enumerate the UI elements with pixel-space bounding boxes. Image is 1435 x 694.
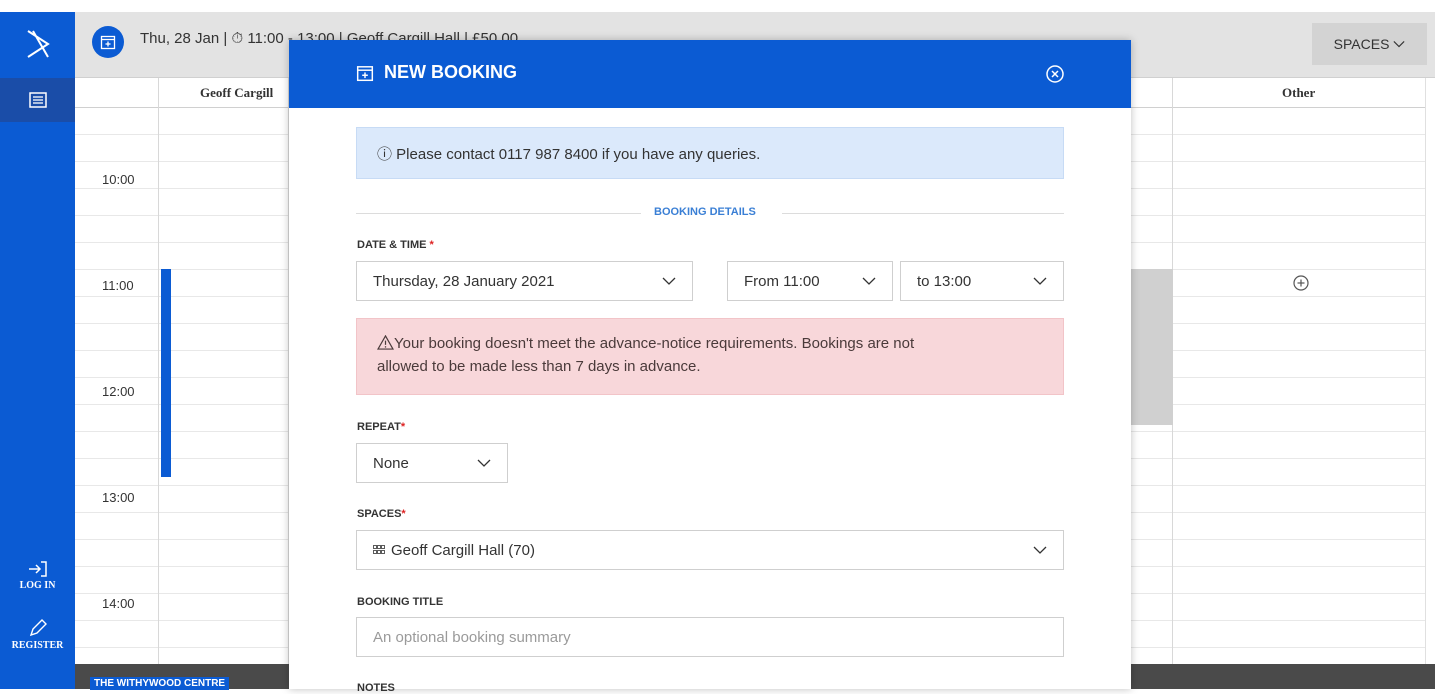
spaces-label-text: SPACES xyxy=(357,508,402,520)
required-mark: * xyxy=(400,421,406,433)
spaces-button-label: SPACES xyxy=(1333,36,1390,52)
login-label: LOG IN xyxy=(19,580,56,591)
booking-block[interactable] xyxy=(161,269,171,477)
time-label: 10:00 xyxy=(102,172,135,187)
time-label: 11:00 xyxy=(102,278,134,293)
modal-title-text: NEW BOOKING xyxy=(384,62,517,82)
pencil-icon xyxy=(29,619,47,637)
section-divider xyxy=(356,213,641,214)
repeat-label-text: REPEAT xyxy=(357,421,401,433)
chevron-down-icon xyxy=(1033,546,1047,554)
top-clipped-strip xyxy=(0,0,1435,12)
notes-label: NOTES xyxy=(357,682,395,694)
required-mark: * xyxy=(401,508,406,520)
warning-text-1: Your booking doesn't meet the advance-no… xyxy=(394,335,915,352)
required-mark: * xyxy=(429,239,434,251)
time-label: 12:00 xyxy=(102,384,135,399)
booking-title-input[interactable]: An optional booking summary xyxy=(356,617,1064,657)
warning-line-1: Your booking doesn't meet the advance-no… xyxy=(376,332,1043,355)
warning-text-2: allowed to be made less than 7 days in a… xyxy=(377,358,701,375)
section-title: BOOKING DETAILS xyxy=(654,206,756,218)
close-circle-icon[interactable] xyxy=(1044,63,1066,85)
login-button[interactable]: LOG IN xyxy=(0,560,75,591)
chevron-down-icon xyxy=(862,277,876,285)
register-button[interactable]: REGISTER xyxy=(0,618,75,651)
column-header-other: Other xyxy=(1282,85,1316,100)
repeat-value: None xyxy=(373,454,409,472)
calendar-icon xyxy=(92,26,124,58)
date-select[interactable]: Thursday, 28 January 2021 xyxy=(356,261,693,301)
logo-icon[interactable] xyxy=(0,24,75,64)
add-circle-icon[interactable] xyxy=(1292,274,1310,292)
booking-title-label: BOOKING TITLE xyxy=(357,596,444,608)
spaces-dropdown-button[interactable]: SPACES xyxy=(1312,23,1427,65)
spaces-select[interactable]: Geoff Cargill Hall (70) xyxy=(356,530,1064,570)
chevron-down-icon xyxy=(477,459,491,467)
column-header-geoff-cargill: Geoff Cargill xyxy=(200,85,274,100)
chevron-down-icon xyxy=(1393,41,1405,48)
list-icon[interactable] xyxy=(0,78,75,122)
section-divider xyxy=(782,213,1064,214)
grid-icon xyxy=(373,545,385,554)
repeat-label: REPEAT* xyxy=(357,421,405,433)
time-label: 13:00 xyxy=(102,490,135,505)
repeat-select[interactable]: None xyxy=(356,443,508,483)
spaces-label: SPACES* xyxy=(357,508,406,520)
time-label: 14:00 xyxy=(102,596,135,611)
info-alert: ⓘ Please contact 0117 987 8400 if you ha… xyxy=(356,127,1064,179)
date-value: Thursday, 28 January 2021 xyxy=(373,272,555,290)
unavailable-block xyxy=(1131,269,1173,425)
scrollbar[interactable] xyxy=(1425,78,1435,664)
spaces-value: Geoff Cargill Hall (70) xyxy=(391,541,535,559)
to-time-select[interactable]: to 13:00 xyxy=(900,261,1064,301)
register-label: REGISTER xyxy=(11,640,64,651)
from-time-value: From 11:00 xyxy=(744,272,820,290)
to-time-value: to 13:00 xyxy=(917,272,972,290)
login-icon xyxy=(28,561,47,577)
from-time-select[interactable]: From 11:00 xyxy=(727,261,893,301)
date-time-label-text: DATE & TIME xyxy=(357,239,427,251)
warning-icon xyxy=(376,334,395,350)
modal-title: NEW BOOKING xyxy=(356,62,517,83)
date-time-label: DATE & TIME * xyxy=(357,239,434,251)
chevron-down-icon xyxy=(1033,277,1047,285)
calendar-icon xyxy=(356,65,374,81)
grid-divider xyxy=(158,78,159,664)
chevron-down-icon xyxy=(662,277,676,285)
warning-alert: Your booking doesn't meet the advance-no… xyxy=(356,318,1064,395)
venue-tag[interactable]: THE WITHYWOOD CENTRE xyxy=(90,677,230,690)
booking-title-placeholder: An optional booking summary xyxy=(373,628,571,646)
